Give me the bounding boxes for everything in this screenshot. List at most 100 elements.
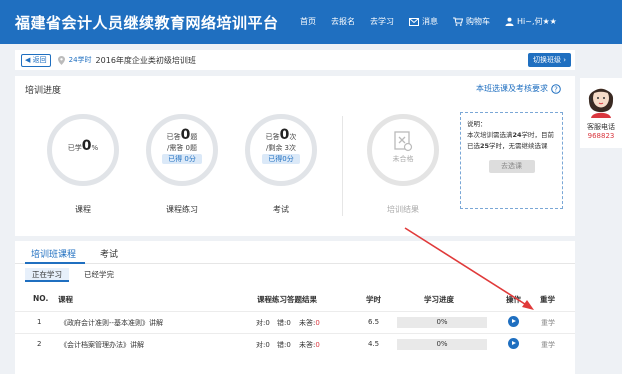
subtab-finished[interactable]: 已经学完 [77, 268, 121, 282]
top-header: 福建省会计人员继续教育网络培训平台 首页 去报名 去学习 消息 购物车 Hi~,… [0, 0, 622, 44]
site-title: 福建省会计人员继续教育网络培训平台 [15, 14, 279, 32]
select-course-button[interactable]: 去选课 [488, 160, 535, 173]
row-progress-bar: 0% [397, 317, 487, 328]
back-arrow-icon: ◀ [25, 56, 31, 64]
nav-cart-label: 购物车 [466, 17, 490, 26]
row-type: 重学 [541, 319, 555, 327]
main-nav: 首页 去报名 去学习 消息 购物车 Hi~,何★★ [300, 16, 572, 27]
exam-progress-circle: 已答0次 /剩余 3次 已得0分 [245, 114, 317, 186]
agent-avatar [588, 88, 614, 118]
nav-messages[interactable]: 消息 [409, 16, 438, 27]
row-hours: 4.5 [368, 340, 380, 348]
back-button[interactable]: ◀ 返回 [21, 53, 51, 67]
panel-divider [342, 116, 343, 216]
practice-required: /需答 0题 [166, 144, 198, 152]
result-status: 未合格 [392, 155, 414, 163]
row-wrong: 错:0 [277, 341, 291, 349]
exam-taken-prefix: 已答 [265, 133, 280, 141]
nav-study[interactable]: 去学习 [370, 16, 394, 27]
course-progress-value: 0 [81, 138, 92, 154]
requirements-link-label: 本班选课及考核要求 [476, 84, 548, 93]
nav-home[interactable]: 首页 [300, 16, 316, 27]
exam-score: 已得0分 [262, 154, 300, 164]
practice-answered-unit: 题 [190, 133, 198, 141]
course-list-panel: 培训班课程 考试 正在学习 已经学完 NO. 课程 课程练习答题结果 学时 学习… [15, 241, 575, 374]
col-results: 课程练习答题结果 [257, 295, 317, 304]
svg-text:?: ? [554, 85, 558, 93]
result-label: 培训结果 [387, 205, 419, 214]
note-title: 说明： [467, 120, 487, 128]
chevron-right-icon: › [563, 56, 566, 64]
nav-enroll[interactable]: 去报名 [331, 16, 355, 27]
user-icon [505, 17, 514, 26]
panel-title: 培训进度 [25, 86, 62, 96]
col-course: 课程 [58, 295, 73, 304]
practice-answered-value: 0 [180, 127, 191, 143]
certificate-fail-icon [394, 131, 413, 152]
row-no: 2 [37, 340, 42, 348]
service-phone: 968823 [587, 132, 615, 140]
course-progress-unit: % [91, 144, 99, 152]
customer-service-widget[interactable]: 客服电话 968823 [580, 78, 622, 148]
table-header: NO. 课程 课程练习答题结果 学时 学习进度 操作 重学 [15, 294, 575, 308]
training-progress-panel: 培训进度 本班选课及考核要求 ? 已学0% 课程 已答0题 /需答 0题 已得 … [15, 76, 575, 236]
class-bar: ◀ 返回 24学时 2016年度企业类初级培训班 切换班级 › [15, 50, 575, 70]
practice-progress-circle: 已答0题 /需答 0题 已得 0分 [146, 114, 218, 186]
back-label: 返回 [32, 56, 47, 64]
row-unanswered-label: 未答: [299, 319, 316, 327]
row-correct: 对:0 [256, 319, 270, 327]
user-name: Hi~,何★★ [517, 17, 557, 26]
requirements-link[interactable]: 本班选课及考核要求 ? [476, 83, 561, 94]
row-unanswered: 未答:0 [299, 318, 320, 328]
course-progress-circle: 已学0% [47, 114, 119, 186]
note-selected-hours: 25 [480, 142, 490, 150]
note-text-1: 本次培训需选满 [467, 131, 513, 139]
row-unanswered-value: 0 [315, 319, 320, 327]
nav-user[interactable]: Hi~,何★★ [505, 16, 557, 27]
note-required-hours: 24 [512, 131, 522, 139]
table-row: 1 《政府会计准则--基本准则》讲解 对:0 错:0 未答:0 6.5 0% 重… [15, 311, 575, 333]
list-tabs: 培训班课程 考试 [15, 241, 575, 264]
col-required: 重学 [540, 295, 555, 304]
mail-icon [409, 17, 419, 26]
subtab-studying[interactable]: 正在学习 [25, 268, 69, 282]
exam-label: 考试 [273, 205, 289, 214]
class-location: 24学时 2016年度企业类初级培训班 [57, 55, 196, 66]
study-status-tabs: 正在学习 已经学完 [15, 266, 575, 282]
play-icon[interactable] [508, 338, 519, 349]
exam-taken-unit: 次 [289, 133, 297, 141]
service-label: 客服电话 [587, 123, 615, 131]
course-label: 课程 [75, 205, 91, 214]
class-hours: 24学时 [68, 56, 92, 64]
help-icon: ? [551, 83, 561, 94]
col-action: 操作 [506, 295, 521, 304]
tab-class-courses[interactable]: 培训班课程 [31, 247, 76, 260]
selection-note: 说明： 本次培训需选满24学时，目前已选25学时，无需继续选课 去选课 [460, 112, 563, 209]
note-text-3: 学时，无需继续选课 [489, 142, 548, 150]
tab-exam[interactable]: 考试 [100, 247, 118, 260]
row-course[interactable]: 《政府会计准则--基本准则》讲解 [60, 318, 163, 328]
result-circle: 未合格 [367, 114, 439, 186]
switch-class-button[interactable]: 切换班级 › [527, 53, 571, 67]
practice-score: 已得 0分 [162, 154, 202, 164]
switch-class-label: 切换班级 [532, 56, 561, 64]
note-text: 本次培训需选满24学时，目前已选25学时，无需继续选课 [467, 130, 556, 152]
nav-cart[interactable]: 购物车 [453, 16, 490, 27]
row-course[interactable]: 《会计档案管理办法》讲解 [60, 340, 144, 350]
cart-icon [453, 17, 463, 26]
location-pin-icon [57, 55, 65, 65]
row-no: 1 [37, 318, 42, 326]
play-icon[interactable] [508, 316, 519, 327]
row-type: 重学 [541, 341, 555, 349]
row-unanswered-value: 0 [315, 341, 320, 349]
row-wrong: 错:0 [277, 319, 291, 327]
row-unanswered-label: 未答: [299, 341, 316, 349]
course-progress-prefix: 已学 [67, 144, 82, 152]
active-tab-indicator [25, 262, 85, 264]
row-correct: 对:0 [256, 341, 270, 349]
exam-remaining: /剩余 3次 [265, 144, 297, 152]
exam-taken-value: 0 [279, 127, 290, 143]
col-hours: 学时 [366, 295, 381, 304]
practice-answered-prefix: 已答 [166, 133, 181, 141]
practice-label: 课程练习 [166, 205, 198, 214]
